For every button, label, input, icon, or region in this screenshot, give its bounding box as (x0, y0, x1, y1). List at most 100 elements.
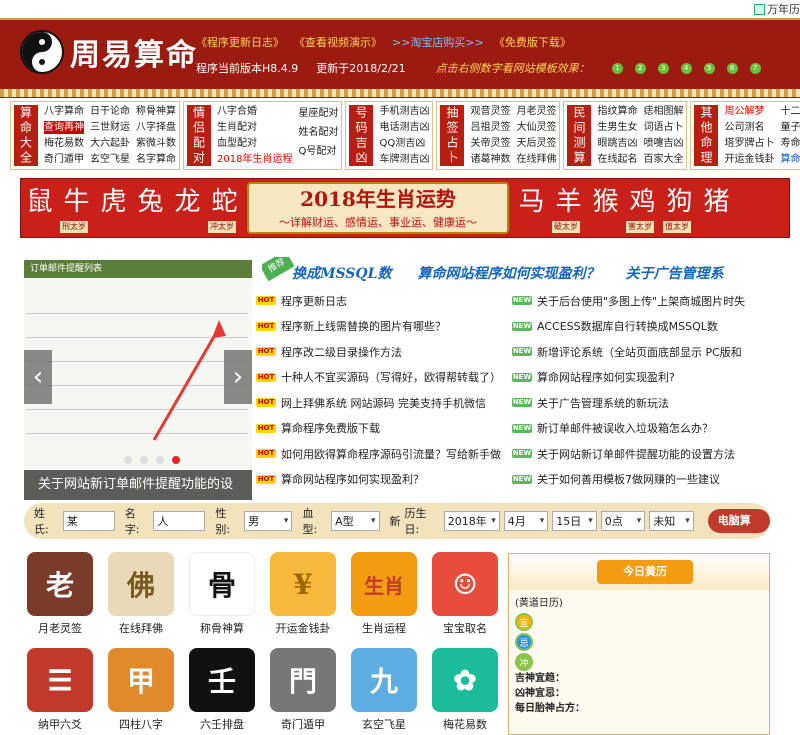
nav-link[interactable]: 吕祖灵签 (470, 121, 510, 134)
hour-select[interactable]: 0点 (600, 511, 646, 531)
nav-link[interactable]: 天后灵签 (516, 137, 556, 150)
nav-link[interactable]: 车牌测吉凶 (379, 153, 429, 166)
marquee-link[interactable]: 关于广告管理系 (625, 263, 723, 283)
nav-link[interactable]: 关帝灵签 (470, 137, 510, 150)
news-title[interactable]: 如何用欧得算命程序源码引流量？写给新手做 (281, 446, 501, 462)
app-10[interactable]: 九玄空飞星 (344, 648, 424, 732)
zodiac-鼠[interactable]: 鼠 (21, 179, 58, 237)
nav-link[interactable]: 姓名配对 (298, 126, 338, 139)
nav-link[interactable]: 算命大全 (780, 153, 800, 166)
nav-link[interactable]: 十二星座 (780, 105, 800, 118)
nav-group-title[interactable]: 民间测算 (567, 105, 592, 166)
nav-group-title[interactable]: 算命大全 (14, 105, 38, 166)
blood-select[interactable]: A型 (331, 511, 380, 531)
nav-link[interactable]: 血型配对 (217, 137, 292, 150)
compute-fortune-button[interactable]: 电脑算命 (707, 509, 771, 551)
nav-link[interactable]: 日干论命 (90, 105, 130, 118)
news-title[interactable]: ACCESS数据库自行转换成MSSQL数 (537, 318, 718, 334)
nav-link[interactable]: 塔罗牌占卜 (724, 137, 774, 150)
app-11[interactable]: ✿ 梅花易数 (425, 648, 505, 732)
nav-link[interactable]: Q号配对 (298, 145, 338, 158)
gender-select[interactable]: 男 (244, 511, 293, 531)
slider-prev-button[interactable]: ‹ (24, 350, 52, 404)
news-title[interactable]: 关于广告管理系统的新玩法 (537, 395, 669, 411)
nav-link[interactable]: 诸葛神数 (470, 153, 510, 166)
zodiac-狗[interactable]: 狗值太岁 (661, 179, 698, 237)
nav-group-title[interactable]: 情侣配对 (187, 105, 211, 166)
nav-link[interactable]: 大六起卦 (90, 137, 130, 150)
calendar-label[interactable]: 新 (390, 513, 401, 529)
app-8[interactable]: 壬六壬排盘 (182, 648, 262, 732)
nav-link[interactable]: 寿命测算 (780, 137, 800, 150)
news-item[interactable]: HOT 网上拜佛系统 网站源码 完美支持手机微信 (256, 390, 501, 416)
site-logo[interactable]: 周易算命 (20, 30, 198, 74)
zodiac-牛[interactable]: 牛刑太岁 (58, 179, 95, 237)
news-title[interactable]: 十种人不宜买源码（写得好，欧得帮转载了） (281, 369, 501, 385)
news-title[interactable]: 程序改二级目录操作方法 (281, 344, 402, 360)
banner-title-box[interactable]: 2018年生肖运势 ～详解财运、感情运、事业运、健康运～ (247, 182, 509, 234)
nav-link[interactable]: 公司测名 (724, 121, 774, 134)
news-item[interactable]: NEW 关于后台使用"多图上传"上架商城图片时失 (512, 288, 745, 314)
nav-group-title[interactable]: 抽签占卜 (440, 105, 465, 166)
slide-caption[interactable]: 关于网站新订单邮件提醒功能的设 (24, 470, 252, 500)
app-3[interactable]: ¥ 开运金钱卦 (263, 552, 343, 636)
theme-dot-6[interactable]: 6 (726, 62, 738, 74)
surname-input[interactable] (62, 511, 115, 531)
nav-link[interactable]: 称骨神算 (136, 105, 176, 118)
theme-dot-2[interactable]: 2 (634, 62, 646, 74)
news-title[interactable]: 算命网站程序如何实现盈利？ (281, 471, 424, 487)
nav-link[interactable]: 痣相图解 (643, 105, 683, 118)
taobao-buy-link[interactable]: >>淘宝店购买>> (392, 34, 484, 50)
theme-dot-7[interactable]: 7 (749, 62, 761, 74)
news-item[interactable]: HOT 算命网站程序如何实现盈利？ (256, 467, 501, 493)
news-title[interactable]: 算命程序免费版下载 (281, 420, 380, 436)
theme-dot-4[interactable]: 4 (680, 62, 692, 74)
nav-link[interactable]: 观音灵签 (470, 105, 510, 118)
zodiac-猴[interactable]: 猴 (587, 179, 624, 237)
theme-dot-5[interactable]: 5 (703, 62, 715, 74)
zodiac-虎[interactable]: 虎 (95, 179, 132, 237)
nav-link[interactable]: 八字算命 (44, 105, 84, 118)
news-title[interactable]: 关于后台使用"多图上传"上架商城图片时失 (537, 293, 745, 309)
news-title[interactable]: 算命网站程序如何实现盈利? (537, 369, 675, 385)
nav-link[interactable]: 童子命查询 (780, 121, 800, 134)
nav-link[interactable]: 周公解梦 (724, 105, 774, 118)
nav-link[interactable]: 八字合婚 (217, 105, 292, 118)
given-name-input[interactable] (153, 511, 206, 531)
news-item[interactable]: NEW 新订单邮件被误收入垃圾箱怎么办？ (512, 416, 745, 442)
zodiac-马[interactable]: 马 (513, 179, 550, 237)
app-4[interactable]: 生肖 生肖运程 (344, 552, 424, 636)
news-item[interactable]: NEW 关于网站新订单邮件提醒功能的设置方法 (512, 441, 745, 467)
zodiac-猪[interactable]: 猪 (698, 179, 735, 237)
nav-link[interactable]: 星座配对 (298, 107, 338, 120)
nav-group-title[interactable]: 其他命理 (694, 105, 719, 166)
news-item[interactable]: HOT 程序更新日志 (256, 288, 501, 314)
nav-link[interactable]: 玄空飞星 (90, 153, 130, 166)
news-item[interactable]: HOT 如何用欧得算命程序源码引流量？写给新手做 (256, 441, 501, 467)
zodiac-鸡[interactable]: 鸡害太岁 (624, 179, 661, 237)
year-select[interactable]: 2018年 (443, 511, 500, 531)
nav-link[interactable]: 查询再神 (44, 121, 84, 135)
app-0[interactable]: 老月老灵签 (20, 552, 100, 636)
wannianli-link[interactable]: 万年历 (754, 1, 800, 17)
news-slider[interactable]: 订单邮件提醒列表 ‹ › 关于网站新订单邮件提醒功能的设 (24, 260, 252, 500)
news-item[interactable]: NEW 关于如何善用模板7做网赚的一些建议 (512, 467, 745, 493)
news-item[interactable]: HOT 程序改二级目录操作方法 (256, 339, 501, 365)
nav-link[interactable]: 眼跳吉凶 (597, 137, 637, 150)
nav-link[interactable]: 指纹算命 (597, 105, 637, 118)
nav-link[interactable]: 月老灵签 (516, 105, 556, 118)
nav-link[interactable]: 喷嚏吉凶 (643, 137, 683, 150)
zodiac-兔[interactable]: 兔 (132, 179, 169, 237)
news-title[interactable]: 关于如何善用模板7做网赚的一些建议 (537, 471, 720, 487)
nav-link[interactable]: 生男生女 (597, 121, 637, 134)
news-title[interactable]: 新增评论系统（全站页面底部显示 PC版和 (537, 344, 742, 360)
nav-link[interactable]: QQ测吉凶 (379, 137, 429, 150)
news-item[interactable]: HOT 程序新上线需替换的图片有哪些？ (256, 314, 501, 340)
nav-link[interactable]: 三世财运 (90, 121, 130, 134)
marquee-link[interactable]: 换成MSSQL数 (292, 263, 391, 283)
nav-link[interactable]: 紫微斗数 (136, 137, 176, 150)
almanac-title[interactable]: 今日黄历 (597, 560, 693, 584)
nav-group-title[interactable]: 号码吉凶 (349, 105, 374, 166)
theme-dot-1[interactable]: 1 (611, 62, 623, 74)
nav-link[interactable]: 梅花易数 (44, 137, 84, 150)
